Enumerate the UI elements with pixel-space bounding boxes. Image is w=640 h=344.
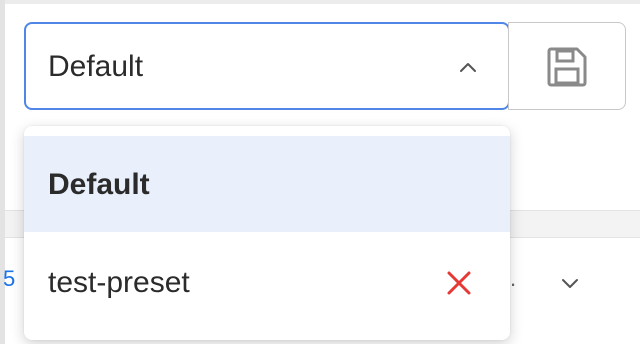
row-trailing-text: . [510,266,517,291]
row-link-fragment[interactable]: 5 [3,266,15,292]
chevron-up-icon [454,56,482,78]
option-label: Default [48,168,150,201]
option-label: test-preset [48,266,190,299]
save-icon [545,45,589,89]
preset-dropdown-menu: Default test-preset [24,126,510,340]
dropdown-option-default[interactable]: Default [24,136,510,232]
dropdown-option-test-preset[interactable]: test-preset [24,234,510,330]
preset-select-value: Default [48,50,144,83]
preset-picker-screen: 5 . Default Default test-preset [0,0,640,344]
save-preset-button[interactable] [508,22,626,110]
preset-select[interactable]: Default [24,22,510,110]
chevron-down-icon[interactable] [556,272,584,294]
close-icon[interactable] [444,268,474,298]
